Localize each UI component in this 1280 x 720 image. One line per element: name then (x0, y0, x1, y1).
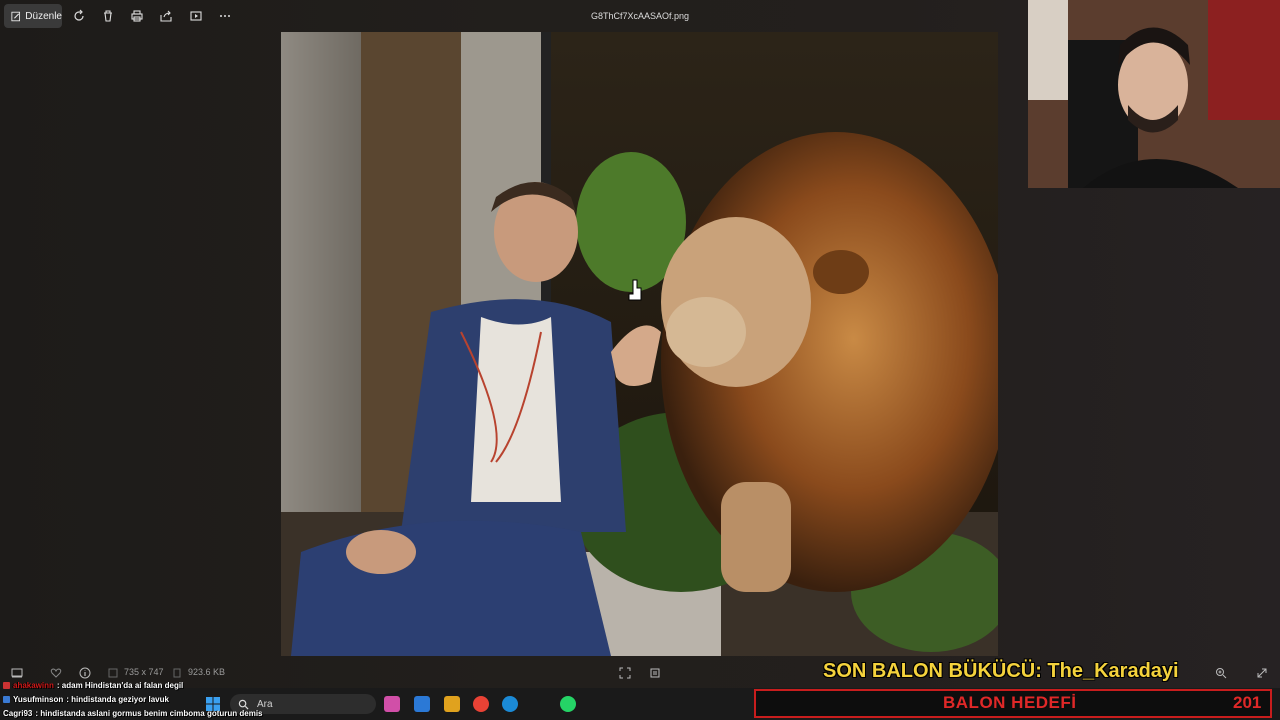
chat-username: Yusufminson (13, 694, 64, 704)
viewed-photo[interactable] (281, 32, 998, 656)
delete-icon[interactable] (100, 8, 116, 24)
edit-button-label: Düzenle (25, 10, 62, 22)
image-dimensions: 735 x 747 (124, 667, 164, 677)
file-name: G8ThCf7XcAASAOf.png (590, 11, 690, 21)
streamer-webcam (1028, 0, 1280, 188)
edit-icon (11, 11, 21, 21)
chrome-icon[interactable] (473, 696, 489, 712)
balloon-goal-label: BALON HEDEFİ (943, 693, 1077, 712)
photo-illustration (281, 32, 998, 656)
rotate-icon[interactable] (71, 8, 87, 24)
chat-text: : hindistanda aslani gormus benim cimbom… (35, 708, 263, 718)
more-icon[interactable] (217, 8, 233, 24)
chat-message: ahakawinn : adam Hindistan'da ai falan d… (3, 678, 333, 692)
copilot-icon[interactable] (384, 696, 400, 712)
file-size: 923.6 KB (188, 667, 226, 677)
fullscreen-icon[interactable] (1255, 666, 1269, 680)
chat-username: Cagri93 (3, 708, 33, 718)
chat-username: ahakawinn (13, 680, 54, 690)
share-icon[interactable] (158, 8, 174, 24)
file-explorer-icon[interactable] (444, 696, 460, 712)
slideshow-icon[interactable] (188, 8, 204, 24)
chat-badge-icon (3, 681, 10, 689)
store-icon[interactable] (414, 696, 430, 712)
viewer-toolbar (0, 0, 1028, 32)
actual-size-icon[interactable] (648, 666, 662, 680)
stream-chat: ahakawinn : adam Hindistan'da ai falan d… (3, 678, 333, 720)
edge-icon[interactable] (502, 696, 518, 712)
fit-to-window-icon[interactable] (618, 666, 632, 680)
chat-message: Yusufminson : hindistanda geziyor lavuk (3, 692, 333, 706)
chat-text: : hindistanda geziyor lavuk (66, 694, 169, 704)
print-icon[interactable] (129, 8, 145, 24)
whatsapp-icon[interactable] (560, 696, 576, 712)
zoom-in-icon[interactable] (1214, 666, 1228, 680)
balloon-goal-count: 201 (1233, 693, 1262, 712)
edit-button[interactable]: Düzenle (4, 4, 62, 28)
webcam-illustration (1028, 0, 1280, 188)
chat-badge-icon (3, 695, 10, 703)
stream-banner: SON BALON BÜKÜCÜ: The_Karadayi (823, 660, 1179, 682)
chat-message: Cagri93 : hindistanda aslani gormus beni… (3, 706, 333, 720)
chat-text: : adam Hindistan'da ai falan degil (56, 680, 184, 690)
